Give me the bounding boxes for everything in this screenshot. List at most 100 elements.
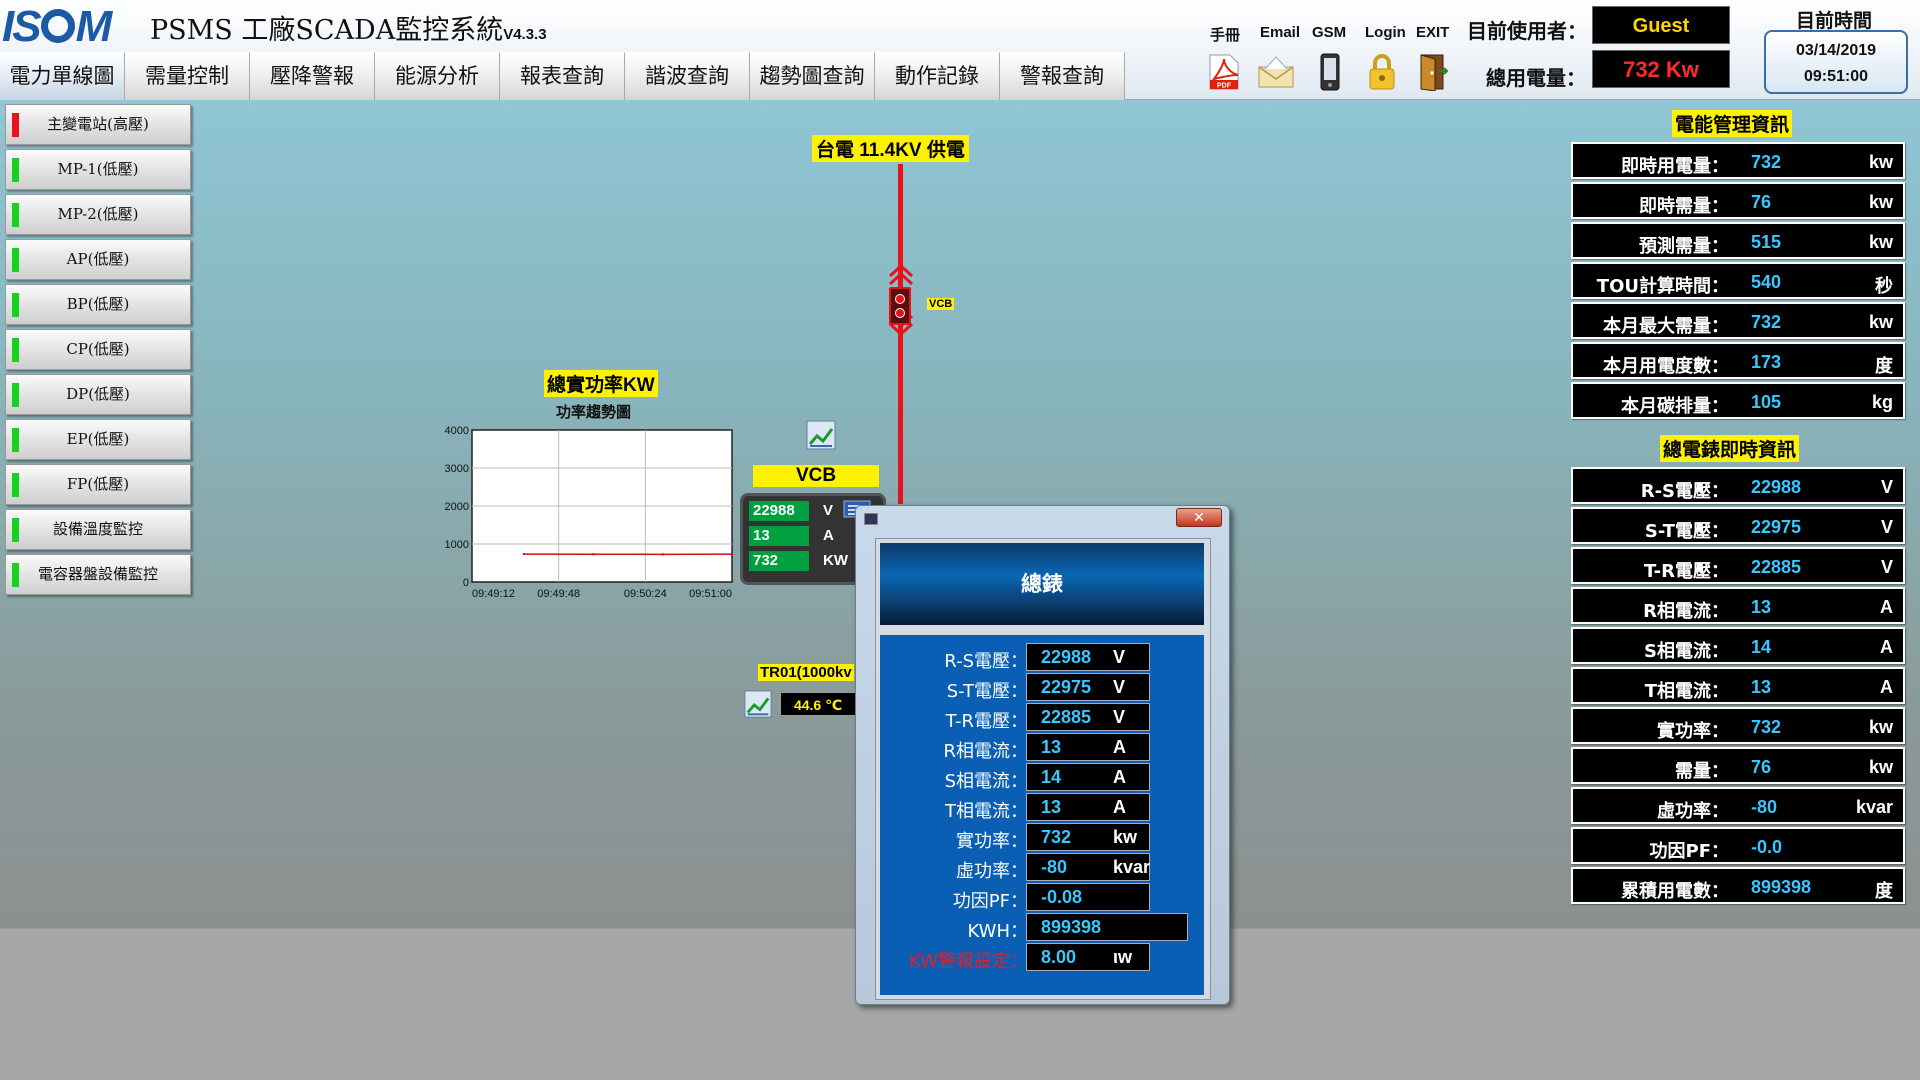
- reading-unit: ιw: [1113, 947, 1133, 967]
- info-label: R相電流：: [1643, 601, 1729, 622]
- info-value: 173: [1751, 352, 1782, 372]
- info-row: TOU計算時間： 540 秒: [1571, 262, 1905, 299]
- info-value: 899398: [1751, 877, 1812, 897]
- info-row: S-T電壓： 22975 V: [1571, 507, 1905, 544]
- info-unit: V: [1880, 477, 1893, 497]
- reading-unit: kvar: [1113, 857, 1151, 877]
- alarm-setting-input[interactable]: 8.00 ιw: [1026, 943, 1150, 971]
- sidebar-item[interactable]: CP(低壓): [5, 329, 191, 370]
- info-label: 本月最大需量：: [1603, 316, 1729, 337]
- reading-unit: A: [1113, 797, 1126, 817]
- reading-value: -0.08: [1041, 887, 1083, 907]
- reading-row: R-S電壓： 22988 V: [880, 643, 1204, 672]
- dialog-readings: R-S電壓： 22988 V S-T電壓： 22975 V T-R電壓： 22885 V R相電流…: [880, 635, 1204, 995]
- current-time-label: 目前時間: [1796, 11, 1873, 32]
- nav-tab[interactable]: 警報查詢: [1000, 52, 1125, 100]
- series-point: [661, 553, 664, 556]
- status-indicator: [12, 113, 19, 137]
- trend-chart-icon[interactable]: [806, 420, 836, 450]
- main-nav: 電力單線圖 需量控制 壓降警報 能源分析 報表查詢 諧波查詢 趨勢圖查詢 動作記錄 警報查詢: [0, 52, 1125, 100]
- sidebar-item[interactable]: MP-2(低壓): [5, 194, 191, 235]
- x-tick-label: 09:49:12: [472, 588, 515, 600]
- nav-tab[interactable]: 諧波查詢: [625, 52, 750, 100]
- info-value: -80: [1751, 797, 1778, 817]
- status-indicator: [12, 383, 19, 407]
- sidebar-item[interactable]: EP(低壓): [5, 419, 191, 460]
- info-value: 13: [1751, 597, 1772, 617]
- email-icon[interactable]: [1256, 52, 1296, 92]
- nav-tab[interactable]: 電力單線圖: [0, 52, 125, 100]
- sidebar-item[interactable]: MP-1(低壓): [5, 149, 191, 190]
- sidebar-item[interactable]: 主變電站(高壓): [5, 104, 191, 145]
- info-unit: 度: [1875, 356, 1893, 376]
- info-unit: kvar: [1855, 797, 1893, 817]
- nav-tab[interactable]: 動作記錄: [875, 52, 1000, 100]
- sidebar-item[interactable]: FP(低壓): [5, 464, 191, 505]
- svg-text:PDF: PDF: [1217, 83, 1232, 90]
- info-unit: kw: [1868, 717, 1893, 737]
- vcb-voltage-value: 22988: [749, 501, 809, 521]
- sidebar-item[interactable]: BP(低壓): [5, 284, 191, 325]
- transformer-label: TR01(1000kv: [758, 664, 854, 681]
- energy-panel-title: 電能管理資訊: [1672, 110, 1793, 137]
- trend-title: 總實功率KW: [544, 370, 658, 397]
- substation-sidebar: 主變電站(高壓) MP-1(低壓) MP-2(低壓) AP(低壓) BP(低壓) CP(低…: [5, 104, 191, 599]
- app-version: V4.3.3: [503, 26, 547, 43]
- sidebar-item[interactable]: 設備溫度監控: [5, 509, 191, 550]
- vcb-current-unit: A: [823, 527, 834, 544]
- reading-unit: A: [1113, 767, 1126, 787]
- nav-tab[interactable]: 趨勢圖查詢: [750, 52, 875, 100]
- vcb-breaker[interactable]: [889, 287, 911, 325]
- meter-panel-title: 總電錶即時資訊: [1660, 435, 1800, 462]
- nav-tab[interactable]: 能源分析: [375, 52, 500, 100]
- info-value: 14: [1751, 637, 1772, 657]
- reading-label: KWH：: [967, 921, 1029, 942]
- reading-value-box: 13 A: [1026, 733, 1150, 761]
- phone-icon[interactable]: [1310, 52, 1350, 92]
- current-date: 03/14/2019: [1795, 42, 1877, 59]
- sidebar-item-label: DP(低壓): [66, 385, 130, 403]
- sidebar-item[interactable]: DP(低壓): [5, 374, 191, 415]
- info-row: 實功率： 732 kw: [1571, 707, 1905, 744]
- sidebar-item-label: BP(低壓): [66, 295, 130, 313]
- info-unit: V: [1880, 517, 1893, 537]
- main-meter-dialog: ✕ 總錶 R-S電壓： 22988 V S-T電壓： 22975 V T-R電壓： 22885…: [855, 505, 1230, 1005]
- total-power-value: 732 Kw: [1592, 50, 1730, 88]
- info-unit: kw: [1868, 152, 1893, 172]
- dialog-content: 總錶 R-S電壓： 22988 V S-T電壓： 22975 V T-R電壓： 22885 V R…: [875, 538, 1211, 1000]
- temperature-trend-icon[interactable]: [744, 690, 772, 718]
- info-row: T相電流： 13 A: [1571, 667, 1905, 704]
- info-label: S-T電壓：: [1644, 521, 1729, 542]
- reading-row: S相電流： 14 A: [880, 763, 1204, 792]
- nav-tab[interactable]: 需量控制: [125, 52, 250, 100]
- reading-row: 功因PF： -0.08: [880, 883, 1204, 912]
- info-label: TOU計算時間：: [1596, 276, 1729, 297]
- reading-unit: V: [1113, 647, 1126, 667]
- nav-tab[interactable]: 報表查詢: [500, 52, 625, 100]
- reading-label: 功因PF：: [952, 891, 1028, 912]
- reading-value: 732: [1041, 827, 1072, 847]
- reading-value-box: -80 kvar: [1026, 853, 1150, 881]
- window-menu-icon[interactable]: [864, 513, 878, 525]
- reading-value-box: 22885 V: [1026, 703, 1150, 731]
- info-unit: kw: [1868, 232, 1893, 252]
- lock-icon[interactable]: [1362, 52, 1402, 92]
- datetime-display: 03/14/2019 09:51:00: [1764, 30, 1908, 94]
- reading-value-box: 732 kw: [1026, 823, 1150, 851]
- nav-tab[interactable]: 壓降警報: [250, 52, 375, 100]
- sidebar-item[interactable]: 電容器盤設備監控: [5, 554, 191, 595]
- vcb-voltage-unit: V: [823, 502, 834, 519]
- breaker-label: VCB: [927, 298, 955, 310]
- info-row: 即時需量： 76 kw: [1571, 182, 1905, 219]
- exit-door-icon[interactable]: [1412, 52, 1452, 92]
- trend-subtitle: 功率趨勢圖: [556, 404, 632, 421]
- info-row: 需量： 76 kw: [1571, 747, 1905, 784]
- reading-value: 22885: [1041, 707, 1092, 727]
- info-unit: kw: [1868, 192, 1893, 212]
- reading-row: R相電流： 13 A: [880, 733, 1204, 762]
- sidebar-item[interactable]: AP(低壓): [5, 239, 191, 280]
- pdf-icon[interactable]: PDF: [1204, 52, 1244, 92]
- info-label: R-S電壓：: [1640, 481, 1729, 502]
- close-button[interactable]: ✕: [1176, 508, 1222, 527]
- info-value: 732: [1751, 312, 1782, 332]
